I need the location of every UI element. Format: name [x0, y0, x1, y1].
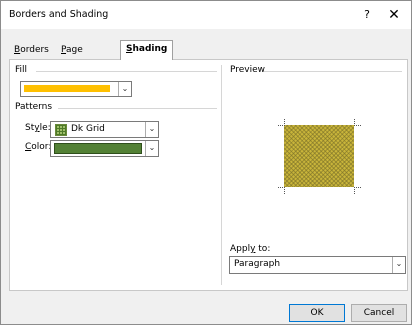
pattern-style-value: Dk Grid: [71, 124, 105, 134]
preview-label: Preview: [230, 65, 266, 75]
dk-grid-pattern-swatch: [55, 124, 67, 136]
patterns-divider: [58, 108, 217, 109]
apply-to-value: Paragraph: [234, 259, 281, 269]
tab-borders[interactable]: Borders: [9, 43, 54, 59]
panel-vertical-divider: [221, 65, 222, 285]
preview-divider: [264, 71, 402, 72]
preview-corner-mark: [278, 119, 285, 126]
shading-preview: [284, 125, 354, 187]
pattern-color-swatch: [54, 143, 142, 154]
close-button[interactable]: ✕: [383, 6, 405, 24]
preview-corner-mark: [354, 119, 361, 126]
tab-page-border[interactable]: Page Border: [56, 43, 97, 70]
apply-to-dropdown[interactable]: Paragraph ⌄: [229, 256, 406, 274]
preview-corner-mark: [354, 187, 361, 194]
color-label: Color:: [25, 142, 52, 152]
tab-shading[interactable]: Shading: [120, 40, 174, 60]
patterns-group-label: Patterns: [15, 102, 53, 112]
style-label: Style:: [25, 123, 51, 133]
apply-to-label: Apply to:: [230, 244, 271, 254]
window-title: Borders and Shading: [9, 9, 109, 20]
fill-color-swatch: [24, 85, 110, 92]
help-button[interactable]: ?: [358, 6, 376, 24]
chevron-down-icon[interactable]: ⌄: [118, 82, 131, 96]
ok-button[interactable]: OK: [289, 304, 345, 322]
fill-divider: [36, 71, 217, 72]
cancel-button[interactable]: Cancel: [351, 304, 407, 322]
fill-group-label: Fill: [15, 65, 28, 75]
pattern-color-dropdown[interactable]: ⌄: [50, 140, 159, 157]
chevron-down-icon[interactable]: ⌄: [145, 122, 158, 137]
pattern-style-dropdown[interactable]: Dk Grid ⌄: [50, 121, 159, 138]
fill-color-dropdown[interactable]: ⌄: [20, 81, 132, 97]
chevron-down-icon[interactable]: ⌄: [145, 141, 158, 156]
title-bar: Borders and Shading ? ✕: [1, 1, 411, 29]
borders-and-shading-dialog: Borders and Shading ? ✕ Borders Page Bor…: [0, 0, 412, 325]
preview-corner-mark: [278, 187, 285, 194]
chevron-down-icon[interactable]: ⌄: [392, 257, 405, 273]
